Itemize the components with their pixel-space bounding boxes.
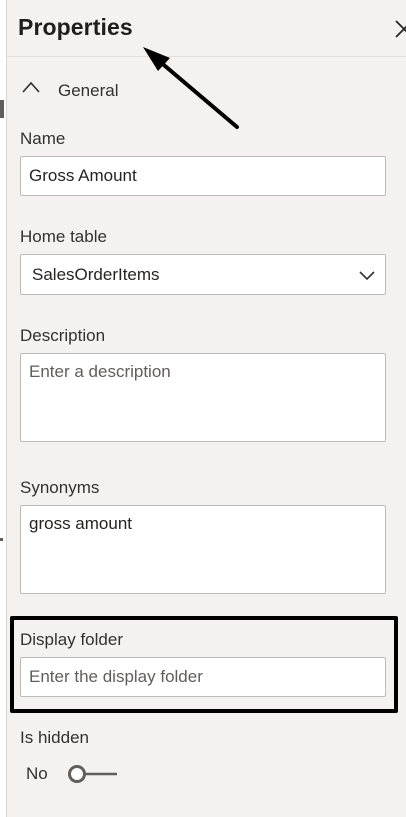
properties-pane: Properties General Name Home table Sales… <box>7 0 406 817</box>
synonyms-input[interactable]: gross amount <box>20 505 386 594</box>
is-hidden-state-label: No <box>26 764 48 783</box>
name-label: Name <box>20 129 66 148</box>
is-hidden-toggle[interactable] <box>67 762 119 786</box>
home-table-dropdown[interactable]: SalesOrderItems <box>20 254 386 295</box>
pane-title: Properties <box>18 14 133 40</box>
display-folder-label: Display folder <box>20 630 123 649</box>
home-table-label: Home table <box>20 227 107 246</box>
canvas-edge-mark <box>0 100 4 118</box>
display-folder-input[interactable] <box>20 657 386 697</box>
chevron-up-icon <box>22 81 40 93</box>
home-table-selected: SalesOrderItems <box>32 265 160 284</box>
general-section-header[interactable]: General <box>19 76 399 104</box>
is-hidden-toggle-row: No <box>26 760 226 788</box>
general-section-label: General <box>58 81 119 100</box>
description-input[interactable] <box>20 353 386 442</box>
canvas-edge-mark <box>0 538 3 541</box>
synonyms-label: Synonyms <box>20 478 100 497</box>
title-divider <box>7 56 406 57</box>
close-icon[interactable] <box>393 18 406 38</box>
is-hidden-label: Is hidden <box>20 728 89 747</box>
canvas-edge <box>0 0 7 817</box>
description-label: Description <box>20 326 106 345</box>
chevron-down-icon <box>359 271 375 281</box>
name-input[interactable] <box>20 156 386 196</box>
